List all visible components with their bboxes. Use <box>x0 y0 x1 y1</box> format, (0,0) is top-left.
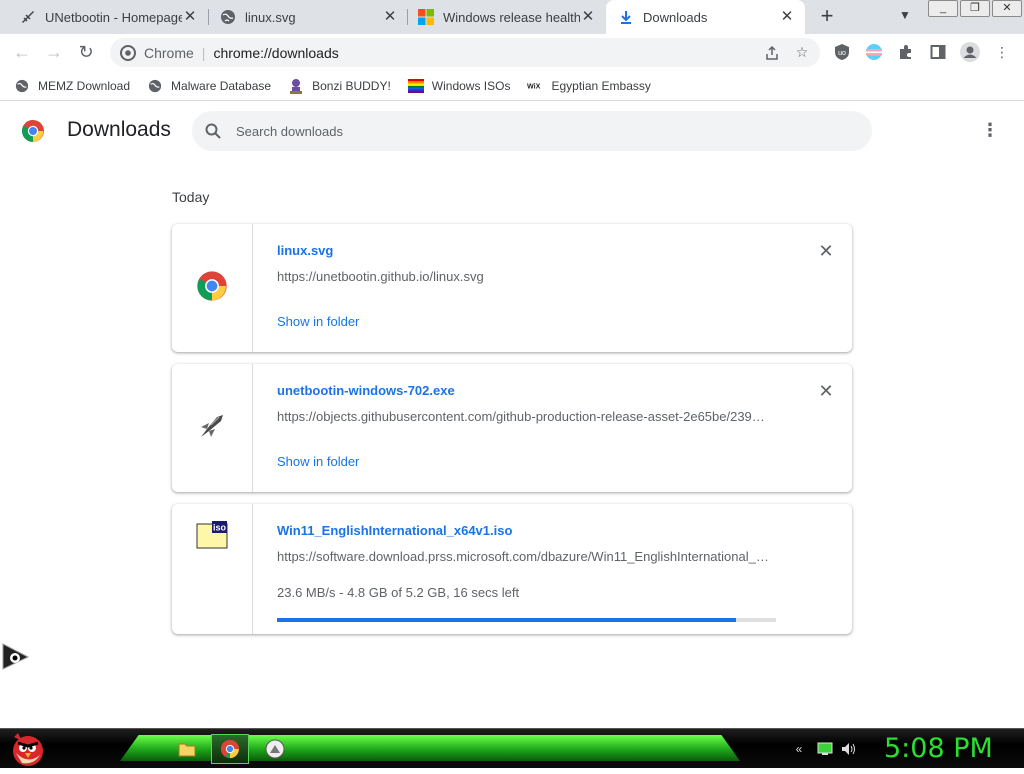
address-bar[interactable]: Chrome | chrome://downloads ☆ <box>110 38 820 67</box>
download-icon <box>618 9 634 25</box>
search-bar[interactable] <box>192 111 872 151</box>
bookmark-memz-download[interactable]: MEMZ Download <box>14 78 130 94</box>
extensions-puzzle-icon[interactable] <box>896 42 916 62</box>
tab-title: Windows release health | <box>443 9 580 25</box>
svg-text:iso: iso <box>213 523 227 533</box>
tab-title: UNetbootin - Homepage <box>45 9 182 25</box>
page-title: Downloads <box>67 118 171 141</box>
file-url: https://software.download.prss.microsoft… <box>277 549 769 564</box>
remove-close-icon[interactable]: ✕ <box>817 382 835 400</box>
chrome-taskbar-icon[interactable] <box>211 734 249 764</box>
show-in-folder-link[interactable]: Show in folder <box>277 454 359 469</box>
minimize-button[interactable]: _ <box>928 0 958 17</box>
close-window-button[interactable]: ✕ <box>992 0 1022 17</box>
tab-title: linux.svg <box>245 9 296 25</box>
address-scheme: Chrome <box>144 44 194 61</box>
taskbar: « 5:08 PM <box>0 728 1024 768</box>
unetbootin-taskbar-icon[interactable] <box>256 734 294 764</box>
file-icon-column: iso <box>172 504 253 634</box>
close-icon[interactable]: ✕ <box>382 9 398 25</box>
share-icon[interactable] <box>760 38 784 67</box>
file-url: https://objects.githubusercontent.com/gi… <box>277 409 765 424</box>
bookmark-label: MEMZ Download <box>38 78 131 93</box>
wix-icon: WiX <box>527 78 543 94</box>
rainbow-flag-icon <box>407 78 424 94</box>
window-controls: _ ❐ ✕ <box>928 0 1024 18</box>
maximize-button[interactable]: ❐ <box>960 0 990 17</box>
close-icon[interactable]: ✕ <box>779 9 795 25</box>
bookmark-malware-database[interactable]: Malware Database <box>147 78 271 94</box>
chrome-site-icon <box>120 44 136 61</box>
tab-windows-release-health[interactable]: Windows release health | ✕ <box>398 0 606 34</box>
file-explorer-icon[interactable] <box>168 734 206 764</box>
bookmark-label: Malware Database <box>171 78 272 93</box>
tab-strip: UNetbootin - Homepage ✕ linux.svg ✕ Wind… <box>0 0 1024 34</box>
unetbootin-icon <box>20 9 36 25</box>
search-icon <box>204 122 222 140</box>
bookmarks-bar: MEMZ Download Malware Database Bonzi BUD… <box>0 71 1024 101</box>
chrome-icon <box>196 270 228 307</box>
address-divider: | <box>201 44 206 61</box>
close-icon[interactable]: ✕ <box>580 9 596 25</box>
download-item: unetbootin-windows-702.exe https://objec… <box>172 364 852 492</box>
reload-button[interactable]: ↻ <box>74 40 98 64</box>
bookmark-windows-isos[interactable]: Windows ISOs <box>407 78 511 94</box>
rocket-icon <box>197 411 227 446</box>
bookmark-label: Egyptian Embassy <box>551 78 651 93</box>
chrome-logo-icon <box>21 119 45 143</box>
more-actions-icon[interactable]: ⋮ <box>980 121 1000 141</box>
profile-avatar-icon[interactable] <box>960 42 980 62</box>
volume-icon[interactable] <box>841 741 857 757</box>
file-name-link[interactable]: unetbootin-windows-702.exe <box>277 383 455 398</box>
tab-search-chevron-icon[interactable]: ▼ <box>895 8 915 26</box>
forward-button[interactable]: → <box>42 40 66 64</box>
file-name-link[interactable]: Win11_EnglishInternational_x64v1.iso <box>277 523 512 538</box>
microsoft-icon <box>418 9 434 25</box>
bookmark-label: Bonzi BUDDY! <box>312 78 391 93</box>
download-progress-fill <box>277 618 737 622</box>
remove-close-icon[interactable]: ✕ <box>817 242 835 260</box>
bookmark-egyptian-embassy[interactable]: WiX Egyptian Embassy <box>527 78 650 94</box>
address-url: chrome://downloads <box>213 44 339 61</box>
file-url: https://unetbootin.github.io/linux.svg <box>277 269 484 284</box>
downloads-header: Downloads ⋮ <box>0 102 1024 160</box>
download-item-in-progress: iso Win11_EnglishInternational_x64v1.iso… <box>172 504 852 634</box>
mouse-cursor-icon <box>2 643 30 671</box>
search-input[interactable] <box>236 123 796 139</box>
tray-arrow-icon[interactable]: « <box>791 741 807 757</box>
taskbar-clock[interactable]: 5:08 PM <box>884 733 993 764</box>
extension-circle-icon[interactable] <box>864 42 884 62</box>
download-status: 23.6 MB/s - 4.8 GB of 5.2 GB, 16 secs le… <box>277 585 520 600</box>
bookmark-label: Windows ISOs <box>431 78 511 93</box>
tab-title: Downloads <box>643 9 708 25</box>
ublock-origin-icon[interactable]: uo <box>832 42 852 62</box>
download-progress-bar <box>277 618 776 622</box>
file-icon-column <box>172 224 253 352</box>
file-name-link[interactable]: linux.svg <box>277 243 333 258</box>
tab-downloads[interactable]: Downloads ✕ <box>606 0 805 34</box>
new-tab-button[interactable]: + <box>815 5 839 29</box>
svg-text:WiX: WiX <box>527 82 541 90</box>
network-icon[interactable] <box>817 741 833 757</box>
star-icon[interactable]: ☆ <box>790 38 814 67</box>
start-button-angry-bird-icon[interactable] <box>8 729 48 769</box>
close-icon[interactable]: ✕ <box>182 9 198 25</box>
show-in-folder-link[interactable]: Show in folder <box>277 314 359 329</box>
side-panel-icon[interactable] <box>928 42 948 62</box>
tab-unetbootin[interactable]: UNetbootin - Homepage ✕ <box>0 0 208 34</box>
back-button[interactable]: ← <box>10 40 34 64</box>
bookmark-bonzi-buddy[interactable]: Bonzi BUDDY! <box>288 78 391 94</box>
iso-file-icon: iso <box>196 520 228 555</box>
svg-text:uo: uo <box>838 50 846 57</box>
tab-linux-svg[interactable]: linux.svg ✕ <box>200 0 408 34</box>
browser-toolbar: ← → ↻ Chrome | chrome://downloads ☆ uo ⋮ <box>0 34 1024 71</box>
file-icon-column <box>172 364 253 492</box>
globe-icon <box>147 78 163 94</box>
globe-icon <box>14 78 30 94</box>
date-group-label: Today <box>172 189 210 205</box>
globe-icon <box>220 9 236 25</box>
download-item: linux.svg https://unetbootin.github.io/l… <box>172 224 852 352</box>
bonzi-icon <box>288 78 304 94</box>
browser-menu-icon[interactable]: ⋮ <box>992 42 1012 62</box>
